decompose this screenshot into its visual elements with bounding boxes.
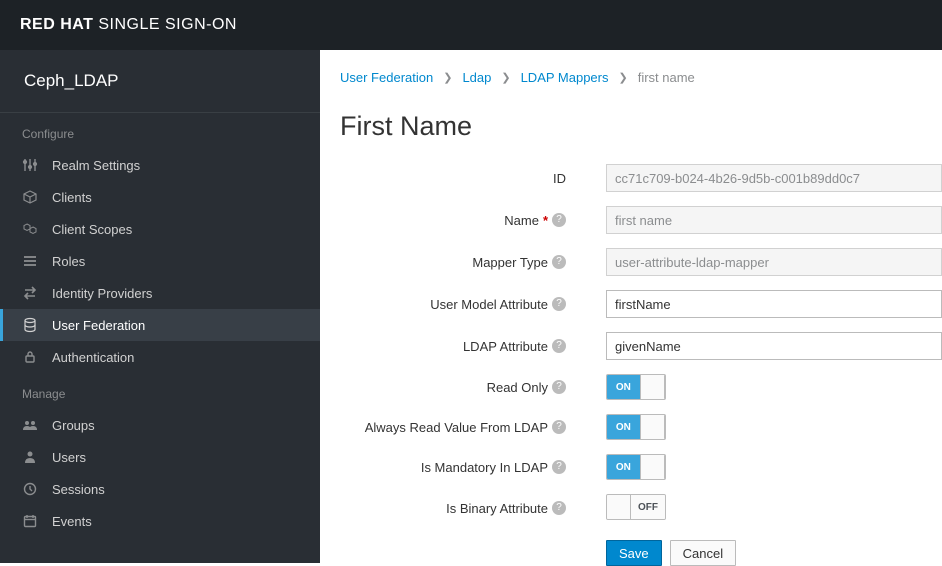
sidebar-item-realm-settings: Realm Settings xyxy=(0,149,320,181)
sidebar-label: Groups xyxy=(52,418,95,433)
group-icon xyxy=(22,417,38,433)
help-icon[interactable]: ? xyxy=(552,501,566,515)
always-read-label: Always Read Value From LDAP ? xyxy=(340,420,566,435)
sidebar-item-identity-providers: Identity Providers xyxy=(0,277,320,309)
breadcrumb-link[interactable]: User Federation xyxy=(340,70,433,85)
ldap-attribute-label: LDAP Attribute ? xyxy=(340,339,566,354)
ldap-attribute-field[interactable] xyxy=(606,332,942,360)
sidebar-item-sessions: Sessions xyxy=(0,473,320,505)
mandatory-toggle[interactable]: ON xyxy=(606,454,666,480)
switch-knob xyxy=(640,375,665,399)
user-model-attribute-field[interactable] xyxy=(606,290,942,318)
nav-configure: Realm Settings Clients Client Scopes Rol… xyxy=(0,149,320,373)
sidebar: Ceph_LDAP Configure Realm Settings Clien… xyxy=(0,50,320,563)
chevron-right-icon: ❯ xyxy=(619,71,628,84)
help-icon[interactable]: ? xyxy=(552,339,566,353)
page-title: First Name xyxy=(340,111,942,142)
section-configure: Configure xyxy=(0,113,320,149)
sidebar-item-user-federation: User Federation xyxy=(0,309,320,341)
sidebar-label: User Federation xyxy=(52,318,145,333)
help-icon[interactable]: ? xyxy=(552,255,566,269)
help-icon[interactable]: ? xyxy=(552,460,566,474)
sidebar-item-groups: Groups xyxy=(0,409,320,441)
chevron-right-icon: ❯ xyxy=(501,71,510,84)
cubes-icon xyxy=(22,221,38,237)
user-icon xyxy=(22,449,38,465)
sidebar-item-clients: Clients xyxy=(0,181,320,213)
sidebar-label: Users xyxy=(52,450,86,465)
nav-manage: Groups Users Sessions Events xyxy=(0,409,320,537)
binary-label: Is Binary Attribute ? xyxy=(340,501,566,516)
cube-icon xyxy=(22,189,38,205)
brand: RED HAT SINGLE SIGN-ON xyxy=(20,16,237,34)
mandatory-label: Is Mandatory In LDAP ? xyxy=(340,460,566,475)
sidebar-item-users: Users xyxy=(0,441,320,473)
list-icon xyxy=(22,253,38,269)
help-icon[interactable]: ? xyxy=(552,297,566,311)
main-content: User Federation ❯ Ldap ❯ LDAP Mappers ❯ … xyxy=(320,50,942,563)
cancel-button[interactable]: Cancel xyxy=(670,540,736,566)
switch-knob xyxy=(607,495,631,519)
help-icon[interactable]: ? xyxy=(552,380,566,394)
realm-name: Ceph_LDAP xyxy=(24,71,119,91)
read-only-label: Read Only ? xyxy=(340,380,566,395)
save-button[interactable]: Save xyxy=(606,540,662,566)
sidebar-label: Roles xyxy=(52,254,85,269)
brand-bold: RED HAT xyxy=(20,16,93,33)
mapper-type-label: Mapper Type ? xyxy=(340,255,566,270)
sidebar-label: Events xyxy=(52,514,92,529)
realm-selector[interactable]: Ceph_LDAP xyxy=(0,50,320,113)
calendar-icon xyxy=(22,513,38,529)
help-icon[interactable]: ? xyxy=(552,420,566,434)
breadcrumb: User Federation ❯ Ldap ❯ LDAP Mappers ❯ … xyxy=(340,50,942,103)
sidebar-label: Sessions xyxy=(52,482,105,497)
sidebar-label: Authentication xyxy=(52,350,134,365)
mapper-form: ID Name * ? Mapper Type ? xyxy=(340,164,942,566)
lock-icon xyxy=(22,349,38,365)
user-model-attribute-label: User Model Attribute ? xyxy=(340,297,566,312)
sidebar-item-authentication: Authentication xyxy=(0,341,320,373)
exchange-icon xyxy=(22,285,38,301)
name-field xyxy=(606,206,942,234)
sidebar-label: Clients xyxy=(52,190,92,205)
sidebar-label: Identity Providers xyxy=(52,286,152,301)
sliders-icon xyxy=(22,157,38,173)
clock-icon xyxy=(22,481,38,497)
brand-thin: SINGLE SIGN-ON xyxy=(98,16,237,33)
help-icon[interactable]: ? xyxy=(552,213,566,227)
sidebar-item-client-scopes: Client Scopes xyxy=(0,213,320,245)
name-label: Name * ? xyxy=(340,213,566,228)
breadcrumb-link[interactable]: LDAP Mappers xyxy=(521,70,609,85)
always-read-toggle[interactable]: ON xyxy=(606,414,666,440)
sidebar-label: Realm Settings xyxy=(52,158,140,173)
required-mark: * xyxy=(543,213,548,228)
id-label: ID xyxy=(340,171,566,186)
sidebar-item-roles: Roles xyxy=(0,245,320,277)
read-only-toggle[interactable]: ON xyxy=(606,374,666,400)
binary-toggle[interactable]: OFF xyxy=(606,494,666,520)
breadcrumb-current: first name xyxy=(638,70,695,85)
switch-knob xyxy=(640,415,665,439)
breadcrumb-link[interactable]: Ldap xyxy=(462,70,491,85)
switch-knob xyxy=(640,455,665,479)
id-field xyxy=(606,164,942,192)
sidebar-label: Client Scopes xyxy=(52,222,132,237)
sidebar-item-events: Events xyxy=(0,505,320,537)
database-icon xyxy=(22,317,38,333)
mapper-type-field xyxy=(606,248,942,276)
chevron-right-icon: ❯ xyxy=(443,71,452,84)
top-bar: RED HAT SINGLE SIGN-ON xyxy=(0,0,942,50)
section-manage: Manage xyxy=(0,373,320,409)
